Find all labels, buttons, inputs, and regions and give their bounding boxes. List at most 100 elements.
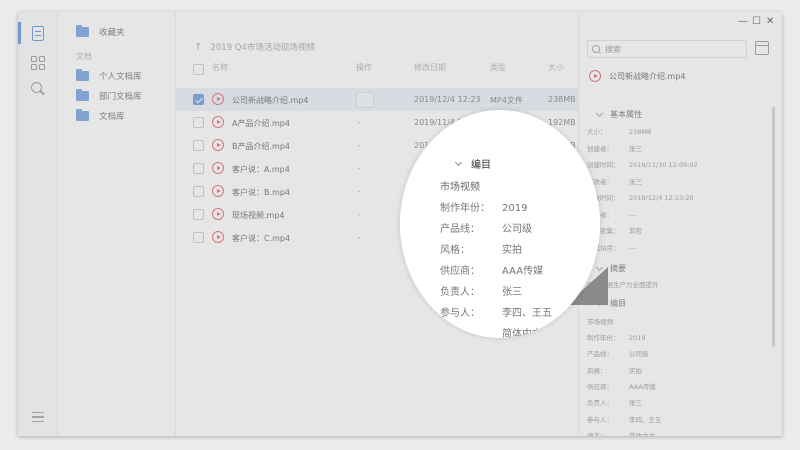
row-action-button[interactable] [356, 92, 374, 108]
file-size: 238MB [548, 95, 576, 104]
magnifier-key: 语言： [440, 329, 470, 338]
library-item-docs[interactable]: 文档库 [76, 108, 125, 124]
property-value: 238MB [629, 128, 652, 136]
file-ops: - [358, 233, 361, 242]
file-name[interactable]: 公司新战略介绍.mp4 [232, 95, 309, 106]
magnifier-title-text: 编目 [471, 160, 491, 171]
col-name[interactable]: 名称 [212, 62, 228, 73]
favorites-item[interactable]: 收藏夹 [76, 24, 125, 40]
magnifier-key: 参与人： [440, 308, 480, 319]
catalog-row: 参与人： 李四、王五 [587, 414, 662, 424]
apps-icon[interactable] [27, 54, 49, 72]
magnifier-value: AAA传媒 [502, 266, 544, 277]
catalog-key: 产品线： [587, 350, 613, 359]
catalog-key: 制作年份： [587, 334, 620, 342]
catalog-value: 简体中文 [629, 431, 655, 436]
select-all-checkbox[interactable] [193, 64, 204, 75]
magnifier-row: 风格： 实拍 [440, 241, 522, 256]
detail-scrollbar[interactable] [772, 107, 775, 347]
catalog-key: 供应商： [587, 382, 613, 391]
col-type[interactable]: 类型 [490, 62, 506, 73]
catalog-value: 张三 [629, 399, 642, 408]
folder-icon [76, 109, 89, 121]
panel-toggle-icon[interactable] [755, 41, 769, 55]
catalog-row: 产品线： 公司级 [587, 348, 649, 358]
folder-icon [76, 25, 89, 37]
video-file-icon [212, 208, 224, 220]
catalog-key: 风格： [587, 366, 607, 375]
row-checkbox[interactable] [193, 140, 204, 151]
file-modified: 2019/12/4 12:23 [414, 95, 481, 104]
folder-icon [76, 69, 89, 81]
file-ops: - [358, 141, 361, 150]
file-name[interactable]: 客户说：C.mp4 [232, 233, 290, 244]
property-key: 大小： [587, 128, 607, 136]
row-checkbox[interactable] [193, 232, 204, 243]
property-row: 修改者： 张三 [587, 176, 642, 186]
library-item-department[interactable]: 部门文档库 [76, 88, 142, 104]
col-size[interactable]: 大小 [548, 62, 564, 73]
catalog-row: 制作年份： 2019 [587, 332, 646, 342]
close-button[interactable]: ✕ [766, 16, 774, 27]
row-checkbox[interactable] [193, 209, 204, 220]
documents-icon[interactable] [27, 24, 49, 42]
search-field[interactable] [587, 40, 747, 58]
breadcrumb: ↑ 2019 Q4市场活动现场视频 [194, 41, 315, 54]
library-item-personal[interactable]: 个人文档库 [76, 68, 142, 84]
magnifier-value: 简体中文 [502, 329, 542, 338]
video-file-icon [212, 162, 224, 174]
table-row[interactable]: 公司新战略介绍.mp4 2019/12/4 12:23 MP4文件 238MB [176, 88, 578, 111]
file-ops: - [358, 210, 361, 219]
menu-icon[interactable] [27, 408, 49, 426]
magnifier-row: 参与人： 李四、王五 [440, 304, 552, 319]
property-key: 创建者： [587, 144, 613, 153]
library-panel: 收藏夹 文档 个人文档库 部门文档库 文档库 [58, 12, 176, 436]
col-ops: 操作 [356, 63, 372, 72]
file-ops: - [358, 118, 361, 127]
video-file-icon [212, 185, 224, 197]
row-checkbox[interactable] [193, 163, 204, 174]
section-title: 基本属性 [610, 110, 642, 119]
nav-rail [18, 12, 58, 436]
magnifier-key: 供应商： [440, 266, 480, 277]
magnifier-value: 2019 [502, 203, 528, 214]
property-value: 2019/11/30 12:09:02 [629, 161, 698, 169]
rail-active-indicator [18, 22, 21, 44]
chevron-down-icon [454, 158, 463, 166]
file-name[interactable]: 现场视频.mp4 [232, 210, 285, 221]
magnifier-key: 负责人： [440, 287, 480, 298]
app-window: 收藏夹 文档 个人文档库 部门文档库 文档库 ↑ 2019 Q4市场活动现场视频… [18, 12, 782, 436]
chevron-down-icon [595, 109, 604, 117]
file-name[interactable]: B产品介绍.mp4 [232, 141, 290, 152]
favorites-label: 收藏夹 [99, 28, 125, 38]
property-row: 修改时间： 2019/12/4 12:23:20 [587, 192, 694, 202]
catalog-row: 风格： 实拍 [587, 365, 642, 375]
catalog-row: 负责人： 张三 [587, 397, 642, 407]
property-value: 2019/12/4 12:23:20 [629, 194, 694, 202]
search-icon[interactable] [27, 80, 49, 98]
catalog-subtitle: 市场视频 [587, 318, 613, 326]
section-basic-props[interactable]: 基本属性 [595, 109, 642, 120]
row-checkbox[interactable] [193, 186, 204, 197]
col-modified[interactable]: 修改日期 [414, 62, 446, 73]
file-name[interactable]: A产品介绍.mp4 [232, 118, 290, 129]
search-input[interactable] [605, 44, 735, 54]
library-item-label: 部门文档库 [99, 92, 142, 102]
maximize-button[interactable]: ☐ [752, 16, 761, 27]
magnifier-title: 编目 [454, 156, 491, 171]
property-key: 创建时间： [587, 161, 620, 169]
row-checkbox[interactable] [193, 117, 204, 128]
magnifier-value: 实拍 [502, 245, 522, 256]
magnifier-row: 语言： 简体中文 [440, 325, 542, 338]
property-row: 大小： 238MB [587, 126, 651, 136]
video-file-icon [212, 139, 224, 151]
file-name[interactable]: 客户说：A.mp4 [232, 164, 290, 175]
file-name[interactable]: 客户说：B.mp4 [232, 187, 290, 198]
library-item-label: 个人文档库 [99, 72, 142, 82]
catalog-key: 负责人： [587, 399, 613, 408]
row-checkbox[interactable] [193, 94, 204, 105]
up-arrow-icon[interactable]: ↑ [194, 42, 202, 53]
file-ops: - [358, 187, 361, 196]
search-icon [592, 44, 601, 54]
minimize-button[interactable]: — [738, 16, 748, 27]
